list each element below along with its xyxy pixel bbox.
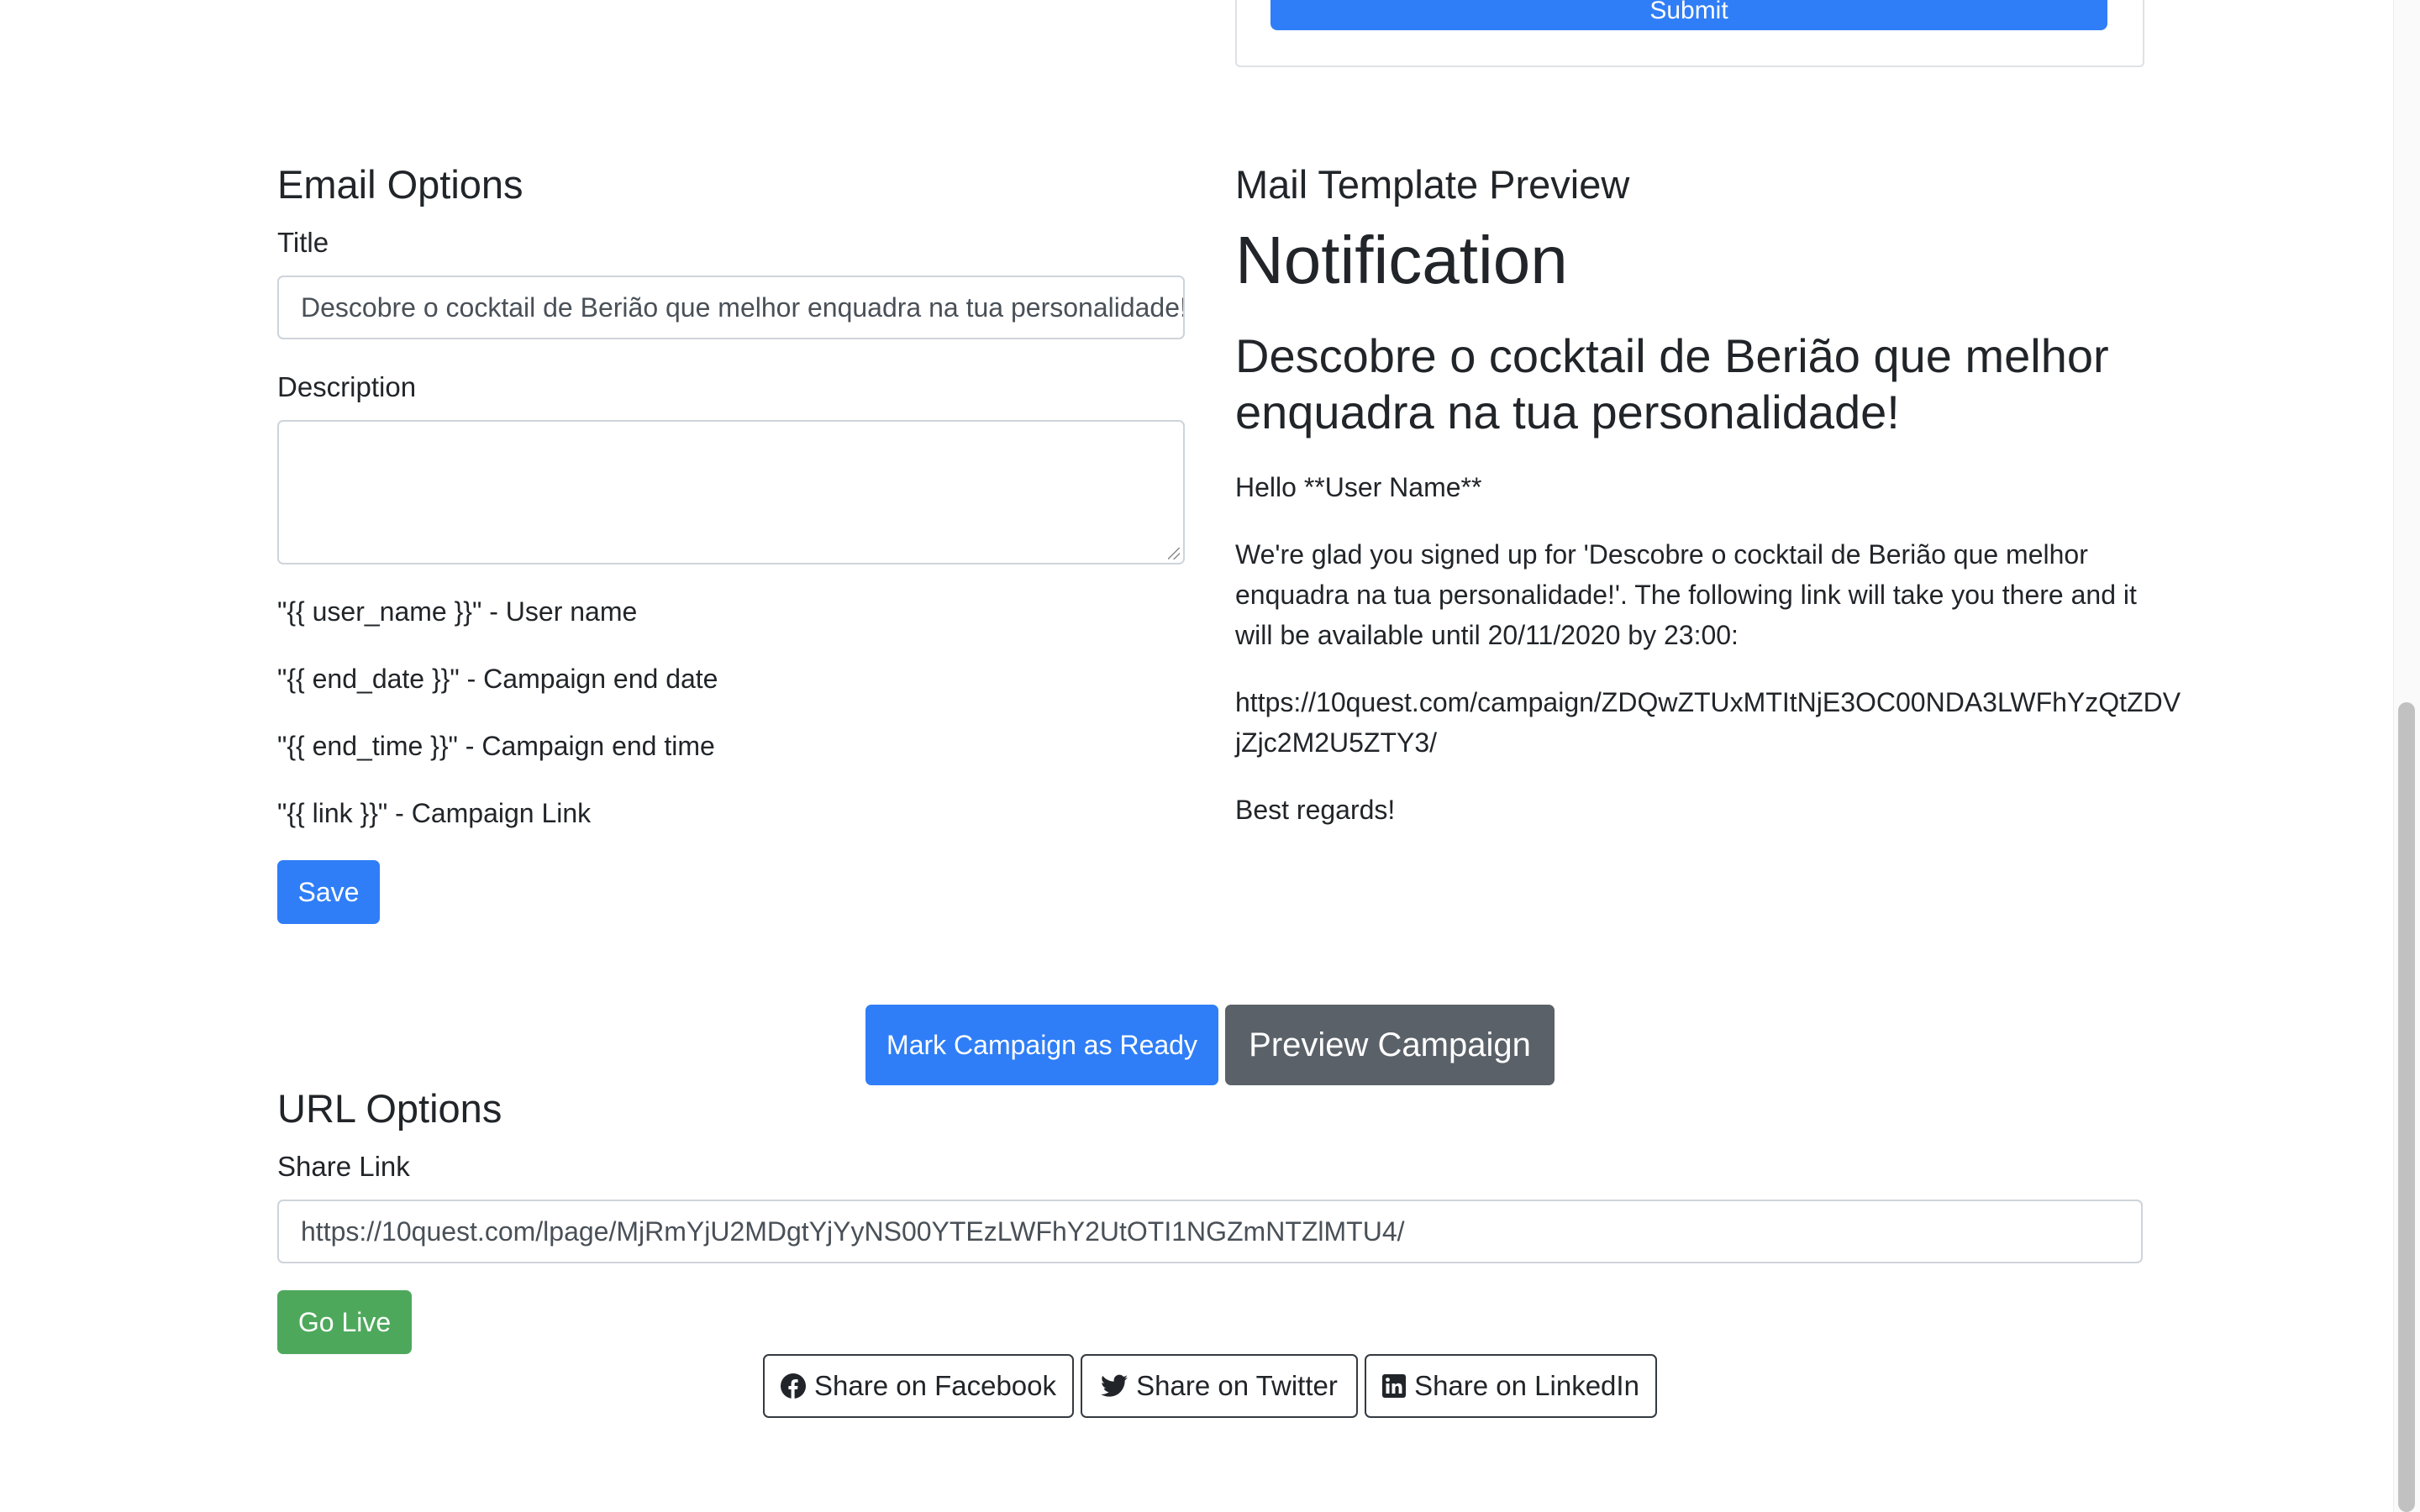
title-input[interactable]: Descobre o cocktail de Berião que melhor… (277, 276, 1185, 339)
share-facebook-label: Share on Facebook (813, 1370, 1057, 1401)
submit-button[interactable]: Submit (1270, 0, 2107, 30)
share-link-label: Share Link (277, 1151, 410, 1182)
share-link-input[interactable]: https://10quest.com/lpage/MjRmYjU2MDgtYj… (277, 1200, 2143, 1263)
preview-campaign-link: https://10quest.com/campaign/ZDQwZTUxMTI… (1235, 687, 2181, 758)
preview-body: We're glad you signed up for 'Descobre o… (1235, 539, 2137, 650)
variable-link: "{{ link }}" - Campaign Link (277, 798, 592, 828)
mark-campaign-ready-button[interactable]: Mark Campaign as Ready (865, 1005, 1218, 1085)
email-options-heading: Email Options (277, 162, 523, 207)
url-options-heading: URL Options (277, 1086, 502, 1131)
twitter-icon (1101, 1374, 1128, 1397)
save-button[interactable]: Save (277, 860, 380, 924)
title-label: Title (277, 227, 329, 258)
share-twitter-button[interactable]: Share on Twitter (1081, 1354, 1358, 1418)
page: Submit Email Options Title Descobre o co… (0, 0, 2420, 1512)
notification-heading: Notification (1235, 223, 1568, 297)
preview-greeting: Hello **User Name** (1235, 472, 1482, 502)
share-facebook-button[interactable]: Share on Facebook (763, 1354, 1074, 1418)
preview-heading: Mail Template Preview (1235, 162, 1630, 207)
description-label: Description (277, 371, 417, 402)
linkedin-icon (1382, 1374, 1407, 1398)
facebook-icon (780, 1373, 806, 1399)
preview-signoff: Best regards! (1235, 795, 1396, 825)
variable-end-time: "{{ end_time }}" - Campaign end time (277, 731, 715, 761)
scrollbar-thumb[interactable] (2398, 702, 2415, 1512)
variable-end-date: "{{ end_date }}" - Campaign end date (277, 664, 718, 694)
go-live-button[interactable]: Go Live (277, 1290, 412, 1354)
variable-user-name: "{{ user_name }}" - User name (277, 596, 638, 627)
share-twitter-label: Share on Twitter (1136, 1370, 1338, 1401)
preview-campaign-button[interactable]: Preview Campaign (1225, 1005, 1555, 1085)
preview-email-title: Descobre o cocktail de Berião que melhor… (1235, 329, 2109, 438)
share-linkedin-label: Share on LinkedIn (1414, 1370, 1639, 1401)
share-linkedin-button[interactable]: Share on LinkedIn (1365, 1354, 1657, 1418)
resize-handle-icon[interactable] (1168, 548, 1180, 559)
description-textarea[interactable] (277, 420, 1185, 564)
